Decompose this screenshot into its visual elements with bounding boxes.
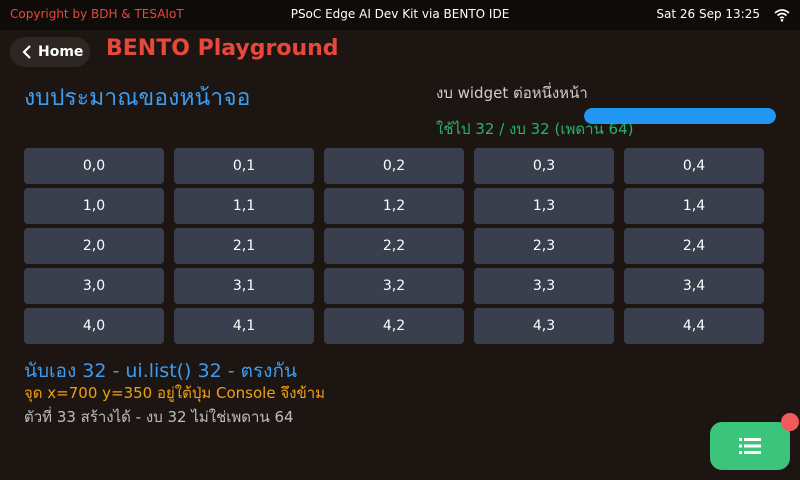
widget-budget-label: งบ widget ต่อหนึ่งหน้า — [436, 84, 588, 102]
console-button[interactable] — [710, 422, 790, 470]
position-text: จุด x=700 y=350 อยู่ใต้ปุ่ม Console จึงข… — [24, 384, 326, 402]
grid-button[interactable]: 3,1 — [174, 268, 314, 304]
grid-button[interactable]: 0,0 — [24, 148, 164, 184]
section-title: งบประมาณของหน้าจอ — [24, 85, 251, 111]
grid-button[interactable]: 1,4 — [624, 188, 764, 224]
grid-button[interactable]: 1,2 — [324, 188, 464, 224]
grid-button[interactable]: 0,4 — [624, 148, 764, 184]
notification-badge — [781, 413, 799, 431]
note-text: ตัวที่ 33 สร้างได้ - งบ 32 ไม่ใช่เพดาน 6… — [24, 408, 294, 426]
wifi-icon — [774, 9, 790, 22]
usage-progress-fill — [584, 108, 776, 124]
list-icon — [739, 438, 761, 454]
grid-button[interactable]: 1,3 — [474, 188, 614, 224]
grid-button[interactable]: 3,2 — [324, 268, 464, 304]
grid-button[interactable]: 4,3 — [474, 308, 614, 344]
grid-button[interactable]: 3,4 — [624, 268, 764, 304]
grid-button[interactable]: 0,1 — [174, 148, 314, 184]
grid-button[interactable]: 0,2 — [324, 148, 464, 184]
grid-button[interactable]: 2,0 — [24, 228, 164, 264]
home-button-label: Home — [38, 44, 84, 60]
status-bar: Copyright by BDH & TESAIoT PSoC Edge AI … — [0, 0, 800, 30]
grid-button[interactable]: 2,3 — [474, 228, 614, 264]
home-button[interactable]: Home — [10, 37, 90, 67]
grid-button[interactable]: 2,2 — [324, 228, 464, 264]
datetime: Sat 26 Sep 13:25 — [656, 7, 760, 21]
chevron-left-icon — [22, 45, 31, 59]
grid-button[interactable]: 3,0 — [24, 268, 164, 304]
usage-progress-bar — [584, 108, 776, 124]
grid-button[interactable]: 4,1 — [174, 308, 314, 344]
grid-button[interactable]: 2,4 — [624, 228, 764, 264]
button-grid: 0,0 0,1 0,2 0,3 0,4 1,0 1,1 1,2 1,3 1,4 2,0 2,1 2,2 2… — [24, 148, 784, 344]
grid-button[interactable]: 2,1 — [174, 228, 314, 264]
grid-button[interactable]: 3,3 — [474, 268, 614, 304]
grid-button[interactable]: 4,4 — [624, 308, 764, 344]
grid-button[interactable]: 4,0 — [24, 308, 164, 344]
grid-button[interactable]: 4,2 — [324, 308, 464, 344]
grid-button[interactable]: 1,0 — [24, 188, 164, 224]
app-title: BENTO Playground — [106, 36, 339, 61]
grid-button[interactable]: 1,1 — [174, 188, 314, 224]
grid-button[interactable]: 0,3 — [474, 148, 614, 184]
